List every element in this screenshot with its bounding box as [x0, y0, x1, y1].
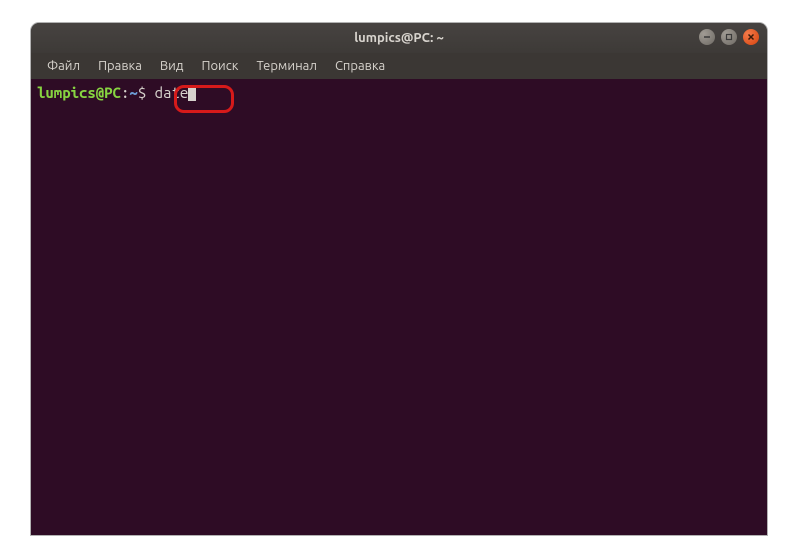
- menu-view[interactable]: Вид: [152, 56, 192, 76]
- command-text: date: [155, 83, 189, 103]
- menu-search[interactable]: Поиск: [193, 56, 246, 76]
- close-icon: [747, 33, 755, 41]
- menu-file[interactable]: Файл: [39, 56, 88, 76]
- menubar: Файл Правка Вид Поиск Терминал Справка: [31, 53, 767, 79]
- close-button[interactable]: [743, 29, 759, 45]
- window-controls: [699, 29, 759, 45]
- minimize-button[interactable]: [699, 29, 715, 45]
- menu-terminal[interactable]: Терминал: [248, 56, 324, 76]
- prompt-dollar: $: [138, 83, 155, 103]
- maximize-button[interactable]: [721, 29, 737, 45]
- terminal-body[interactable]: lumpics@PC:~$ date: [31, 79, 767, 535]
- cursor: [188, 85, 196, 101]
- prompt-line: lumpics@PC:~$ date: [37, 83, 761, 103]
- menu-edit[interactable]: Правка: [90, 56, 150, 76]
- titlebar: lumpics@PC: ~: [31, 23, 767, 53]
- terminal-window: lumpics@PC: ~ Файл Правка Вид Поиск Терм…: [31, 23, 767, 535]
- prompt-path: ~: [129, 83, 137, 103]
- prompt-userhost: lumpics@PC: [37, 83, 121, 103]
- menu-help[interactable]: Справка: [327, 56, 393, 76]
- maximize-icon: [725, 33, 733, 41]
- minimize-icon: [703, 33, 711, 41]
- prompt-colon: :: [121, 83, 129, 103]
- window-title: lumpics@PC: ~: [354, 31, 444, 45]
